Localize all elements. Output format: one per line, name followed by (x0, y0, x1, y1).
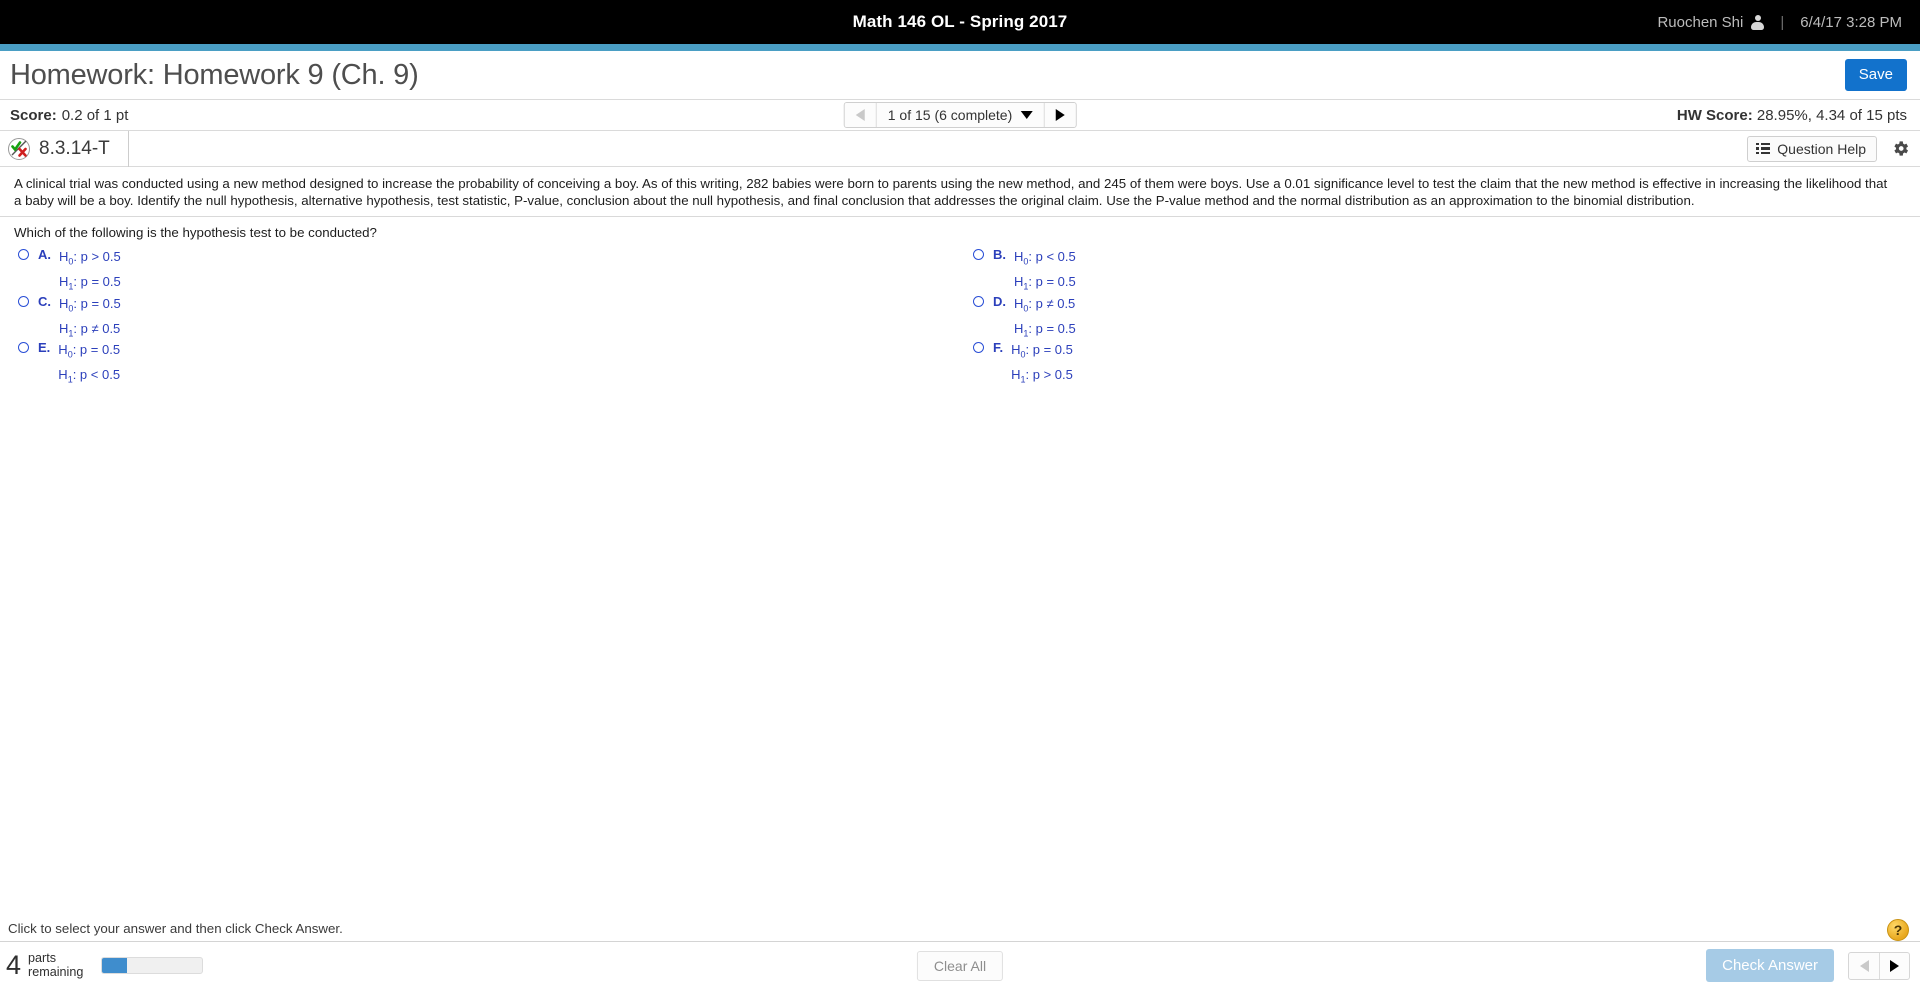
progress-bar (101, 957, 204, 974)
choice-d-null: H0: p ≠ 0.5 (1014, 296, 1076, 314)
choice-f-hypotheses: H0: p = 0.5 H1: p > 0.5 (1011, 340, 1073, 389)
choice-b-null: H0: p < 0.5 (1014, 249, 1076, 267)
bottom-prev-button[interactable] (1849, 953, 1879, 979)
radio-a[interactable] (18, 249, 29, 260)
check-answer-button[interactable]: Check Answer (1706, 949, 1834, 982)
question-selector[interactable]: 1 of 15 (6 complete) (877, 103, 1044, 127)
choice-b-alt: H1: p = 0.5 (1014, 273, 1076, 292)
radio-f[interactable] (973, 342, 984, 353)
choice-f[interactable]: F. H0: p = 0.5 H1: p > 0.5 (973, 340, 1073, 389)
user-name[interactable]: Ruochen Shi (1657, 14, 1743, 31)
question-header-right: Question Help (1747, 135, 1910, 162)
triangle-left-icon (855, 109, 865, 121)
radio-b[interactable] (973, 249, 984, 260)
question-header: 8.3.14-T Question Help (0, 130, 1920, 167)
bottom-bar: 4 parts remaining Clear All Check Answer (0, 941, 1920, 989)
partially-correct-icon (8, 137, 30, 160)
caret-down-icon (1020, 111, 1033, 119)
question-number: 8.3.14-T (39, 130, 129, 167)
top-bar-right: Ruochen Shi | 6/4/17 3:28 PM (1657, 0, 1902, 44)
triangle-left-icon (1859, 959, 1869, 972)
next-question-button[interactable] (1043, 103, 1076, 127)
hw-score-label: HW Score: (1676, 106, 1753, 124)
prev-question-button[interactable] (844, 103, 877, 127)
choice-list: A. H0: p > 0.5 H1: p = 0.5 B. H0: p < 0.… (10, 247, 1920, 384)
question-prompt: Which of the following is the hypothesis… (14, 225, 377, 240)
choice-f-null: H0: p = 0.5 (1011, 342, 1073, 360)
gear-icon[interactable] (1891, 139, 1910, 158)
choice-f-alt: H1: p > 0.5 (1011, 366, 1073, 385)
score-label: Score: (10, 106, 57, 124)
choice-c-null: H0: p = 0.5 (59, 296, 121, 314)
choice-d[interactable]: D. H0: p ≠ 0.5 H1: p = 0.5 (973, 294, 1076, 343)
parts-count: 4 (6, 950, 22, 980)
save-button[interactable]: Save (1844, 59, 1907, 91)
help-fab-button[interactable]: ? (1887, 919, 1909, 941)
radio-d[interactable] (973, 296, 984, 307)
clear-all-button[interactable]: Clear All (916, 950, 1004, 981)
choice-a-hypotheses: H0: p > 0.5 H1: p = 0.5 (59, 247, 121, 296)
question-help-label: Question Help (1777, 140, 1866, 157)
score-value: 0.2 of 1 pt (61, 106, 129, 124)
choice-letter-a: A. (38, 247, 51, 262)
timestamp: 6/4/17 3:28 PM (1800, 13, 1902, 31)
triangle-right-icon (1055, 109, 1065, 121)
course-title: Math 146 OL - Spring 2017 (852, 12, 1068, 31)
choice-e-null: H0: p = 0.5 (58, 342, 121, 360)
choice-e-alt: H1: p < 0.5 (58, 366, 121, 385)
progress-bar-fill (102, 958, 128, 973)
choice-b[interactable]: B. H0: p < 0.5 H1: p = 0.5 (973, 247, 1076, 296)
choice-a[interactable]: A. H0: p > 0.5 H1: p = 0.5 (18, 247, 121, 296)
parts-word-2: remaining (28, 964, 84, 979)
page-title: Homework: Homework 9 (Ch. 9) (10, 58, 419, 91)
bottom-next-button[interactable] (1879, 952, 1909, 979)
radio-e[interactable] (18, 342, 29, 353)
choice-e-hypotheses: H0: p = 0.5 H1: p < 0.5 (58, 340, 120, 389)
choice-letter-b: B. (993, 247, 1006, 262)
choice-c[interactable]: C. H0: p = 0.5 H1: p ≠ 0.5 (18, 294, 121, 343)
bottom-bar-right: Check Answer (1706, 949, 1910, 982)
hw-score: HW Score: 28.95%, 4.34 of 15 pts (1677, 107, 1907, 124)
choice-c-hypotheses: H0: p = 0.5 H1: p ≠ 0.5 (59, 294, 121, 343)
title-row: Homework: Homework 9 (Ch. 9) Save (0, 51, 1920, 99)
person-icon[interactable] (1751, 14, 1765, 30)
choice-b-hypotheses: H0: p < 0.5 H1: p = 0.5 (1014, 247, 1076, 296)
radio-c[interactable] (18, 296, 29, 307)
parts-word-1: parts (28, 951, 57, 966)
instruction-text: Click to select your answer and then cli… (8, 921, 343, 936)
question-help-button[interactable]: Question Help (1747, 135, 1877, 162)
choice-letter-c: C. (38, 294, 51, 309)
choice-a-null: H0: p > 0.5 (59, 249, 121, 267)
question-area: Which of the following is the hypothesis… (0, 217, 1920, 384)
bottom-navigator (1848, 951, 1910, 980)
list-icon (1756, 142, 1771, 155)
choice-a-alt: H1: p = 0.5 (59, 273, 121, 292)
triangle-right-icon (1890, 959, 1899, 972)
problem-statement: A clinical trial was conducted using a n… (14, 176, 1888, 208)
choice-letter-d: D. (993, 294, 1006, 309)
top-bar-separator: | (1780, 13, 1785, 31)
choice-d-hypotheses: H0: p ≠ 0.5 H1: p = 0.5 (1014, 294, 1076, 343)
score-bar: Score: 0.2 of 1 pt 1 of 15 (6 complete) … (0, 99, 1920, 131)
top-bar: Math 146 OL - Spring 2017 Ruochen Shi | … (0, 0, 1920, 44)
accent-bar (0, 44, 1920, 51)
choice-letter-e: E. (38, 340, 51, 355)
choice-e[interactable]: E. H0: p = 0.5 H1: p < 0.5 (18, 340, 120, 389)
question-selector-label: 1 of 15 (6 complete) (887, 107, 1013, 123)
hw-score-value: 28.95%, 4.34 of 15 pts (1756, 106, 1907, 124)
parts-remaining: 4 parts remaining (0, 950, 204, 980)
question-navigator: 1 of 15 (6 complete) (843, 102, 1077, 128)
parts-words: parts remaining (28, 951, 84, 979)
choice-letter-f: F. (993, 340, 1004, 355)
